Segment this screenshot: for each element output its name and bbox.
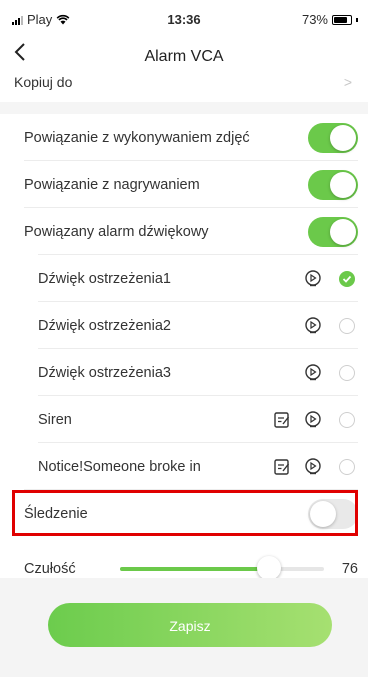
sound-label: Dźwięk ostrzeżenia2 <box>38 318 171 334</box>
sound-radio[interactable] <box>339 365 355 381</box>
toggle-label: Powiązany alarm dźwiękowy <box>24 224 209 240</box>
sensitivity-label: Czułość <box>24 561 76 577</box>
toggle-row-photo: Powiązanie z wykonywaniem zdjęć <box>0 114 368 161</box>
play-sound-icon[interactable] <box>304 317 322 335</box>
sound-label: Dźwięk ostrzeżenia1 <box>38 271 171 287</box>
chevron-right-icon: > <box>343 76 352 90</box>
play-sound-icon[interactable] <box>304 411 322 429</box>
tracking-label: Śledzenie <box>24 506 88 522</box>
copy-to-row[interactable]: Kopiuj do > <box>0 76 368 102</box>
play-sound-icon[interactable] <box>304 364 322 382</box>
sensitivity-slider[interactable] <box>120 556 324 580</box>
sound-row[interactable]: Dźwięk ostrzeżenia3 <box>0 349 368 396</box>
sound-label: Notice!Someone broke in <box>38 459 201 475</box>
tracking-row: Śledzenie <box>0 490 368 537</box>
slider-fill <box>120 567 269 571</box>
tracking-toggle[interactable] <box>308 499 358 529</box>
sound-radio[interactable] <box>339 412 355 428</box>
battery-percent: 73% <box>301 12 328 27</box>
edit-icon[interactable] <box>273 458 291 476</box>
save-button[interactable]: Zapisz <box>48 603 332 647</box>
sound-row[interactable]: Siren <box>0 396 368 443</box>
play-sound-icon[interactable] <box>304 458 322 476</box>
status-bar: Play 13:36 73% <box>0 0 368 36</box>
play-sound-icon[interactable] <box>304 270 322 288</box>
sound-selected-checkbox[interactable] <box>339 271 355 287</box>
battery-icon <box>332 14 352 25</box>
sound-row[interactable]: Dźwięk ostrzeżenia1 <box>0 255 368 302</box>
sound-radio[interactable] <box>339 318 355 334</box>
footer: Zapisz <box>0 578 368 677</box>
sound-label: Siren <box>38 412 72 428</box>
sound-alarm-toggle[interactable] <box>308 217 358 247</box>
sensitivity-value: 76 <box>341 561 358 577</box>
photo-link-toggle[interactable] <box>308 123 358 153</box>
battery-cap <box>356 17 358 22</box>
sound-row[interactable]: Notice!Someone broke in <box>0 443 368 490</box>
slider-thumb[interactable] <box>256 556 281 580</box>
page-title: Alarm VCA <box>144 48 224 65</box>
nav-bar: Alarm VCA <box>0 36 368 76</box>
recording-link-toggle[interactable] <box>308 170 358 200</box>
copy-to-label: Kopiuj do <box>14 76 73 90</box>
toggle-label: Powiązanie z wykonywaniem zdjęć <box>24 130 250 146</box>
sound-row[interactable]: Dźwięk ostrzeżenia2 <box>0 302 368 349</box>
edit-icon[interactable] <box>273 411 291 429</box>
sound-label: Dźwięk ostrzeżenia3 <box>38 365 171 381</box>
toggle-row-sound-alarm: Powiązany alarm dźwiękowy <box>0 208 368 255</box>
status-right: 73% <box>302 12 358 27</box>
toggle-row-recording: Powiązanie z nagrywaniem <box>0 161 368 208</box>
toggle-label: Powiązanie z nagrywaniem <box>24 177 200 193</box>
check-icon <box>342 275 352 283</box>
sound-radio[interactable] <box>339 459 355 475</box>
